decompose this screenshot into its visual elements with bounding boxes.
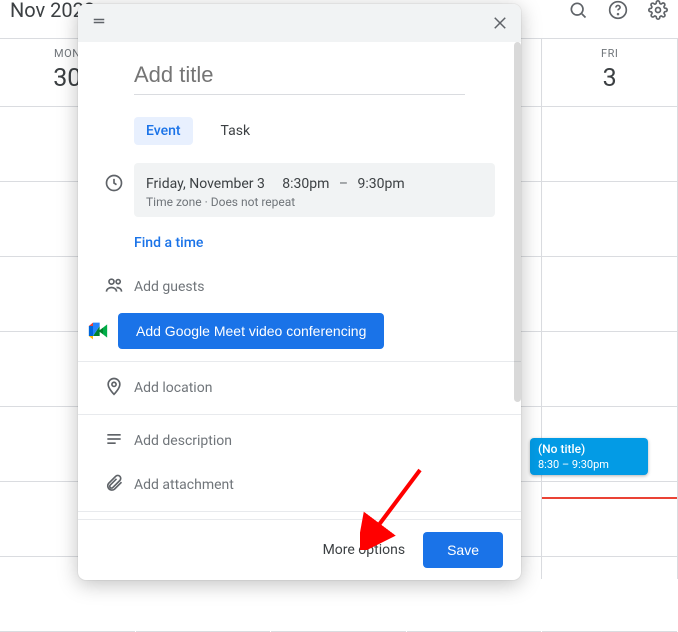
scrollbar[interactable] [514,42,521,402]
search-icon[interactable] [568,0,588,20]
attachment-placeholder: Add attachment [134,477,501,493]
event-time: 8:30 – 9:30pm [538,458,640,471]
divider [78,361,521,362]
attachment-row[interactable]: Add attachment [78,463,521,507]
create-event-modal: Event Task Friday, November 3 8:30pm – 9… [78,4,521,580]
day-number: 3 [542,64,677,93]
modal-header [78,4,521,42]
event-title: (No title) [538,442,640,456]
modal-footer: More options Save [78,519,521,580]
find-a-time-link[interactable]: Find a time [78,221,521,265]
header-icons [568,0,668,20]
tab-row: Event Task [78,103,521,159]
title-input[interactable] [134,60,465,95]
modal-body: Event Task Friday, November 3 8:30pm – 9… [78,42,521,519]
paperclip-icon [104,473,124,497]
guests-placeholder: Add guests [134,279,501,295]
description-row[interactable]: Add description [78,419,521,463]
calendar-event[interactable]: (No title) 8:30 – 9:30pm [530,438,648,475]
save-button[interactable]: Save [423,532,503,568]
drag-handle-icon[interactable] [90,12,108,34]
close-icon[interactable] [491,14,509,32]
time-dash: – [333,176,354,192]
guests-icon [104,275,124,299]
help-icon[interactable] [608,0,628,20]
tab-event[interactable]: Event [134,117,193,145]
location-row[interactable]: Add location [78,366,521,410]
more-options-button[interactable]: More options [323,542,406,558]
google-meet-icon [88,322,108,344]
location-icon [104,376,124,400]
event-start-time[interactable]: 8:30pm [282,176,329,192]
guests-row[interactable]: Add guests [78,265,521,309]
tab-task[interactable]: Task [209,117,263,145]
datetime-row[interactable]: Friday, November 3 8:30pm – 9:30pm Time … [78,159,521,221]
description-icon [104,429,124,453]
clock-icon [104,173,124,197]
gear-icon[interactable] [648,0,668,20]
timezone-repeat[interactable]: Time zone · Does not repeat [146,195,483,209]
description-placeholder: Add description [134,433,501,449]
day-col-fri[interactable]: FRI 3 [542,39,678,579]
divider [78,511,521,512]
location-placeholder: Add location [134,380,501,396]
add-meet-button[interactable]: Add Google Meet video conferencing [118,313,384,349]
event-end-time[interactable]: 9:30pm [358,176,405,192]
dow-label: FRI [542,47,677,60]
divider [78,414,521,415]
calendar-selector-row[interactable]: Monika Verma [78,516,521,519]
event-date[interactable]: Friday, November 3 [146,176,265,192]
now-line [542,497,677,499]
